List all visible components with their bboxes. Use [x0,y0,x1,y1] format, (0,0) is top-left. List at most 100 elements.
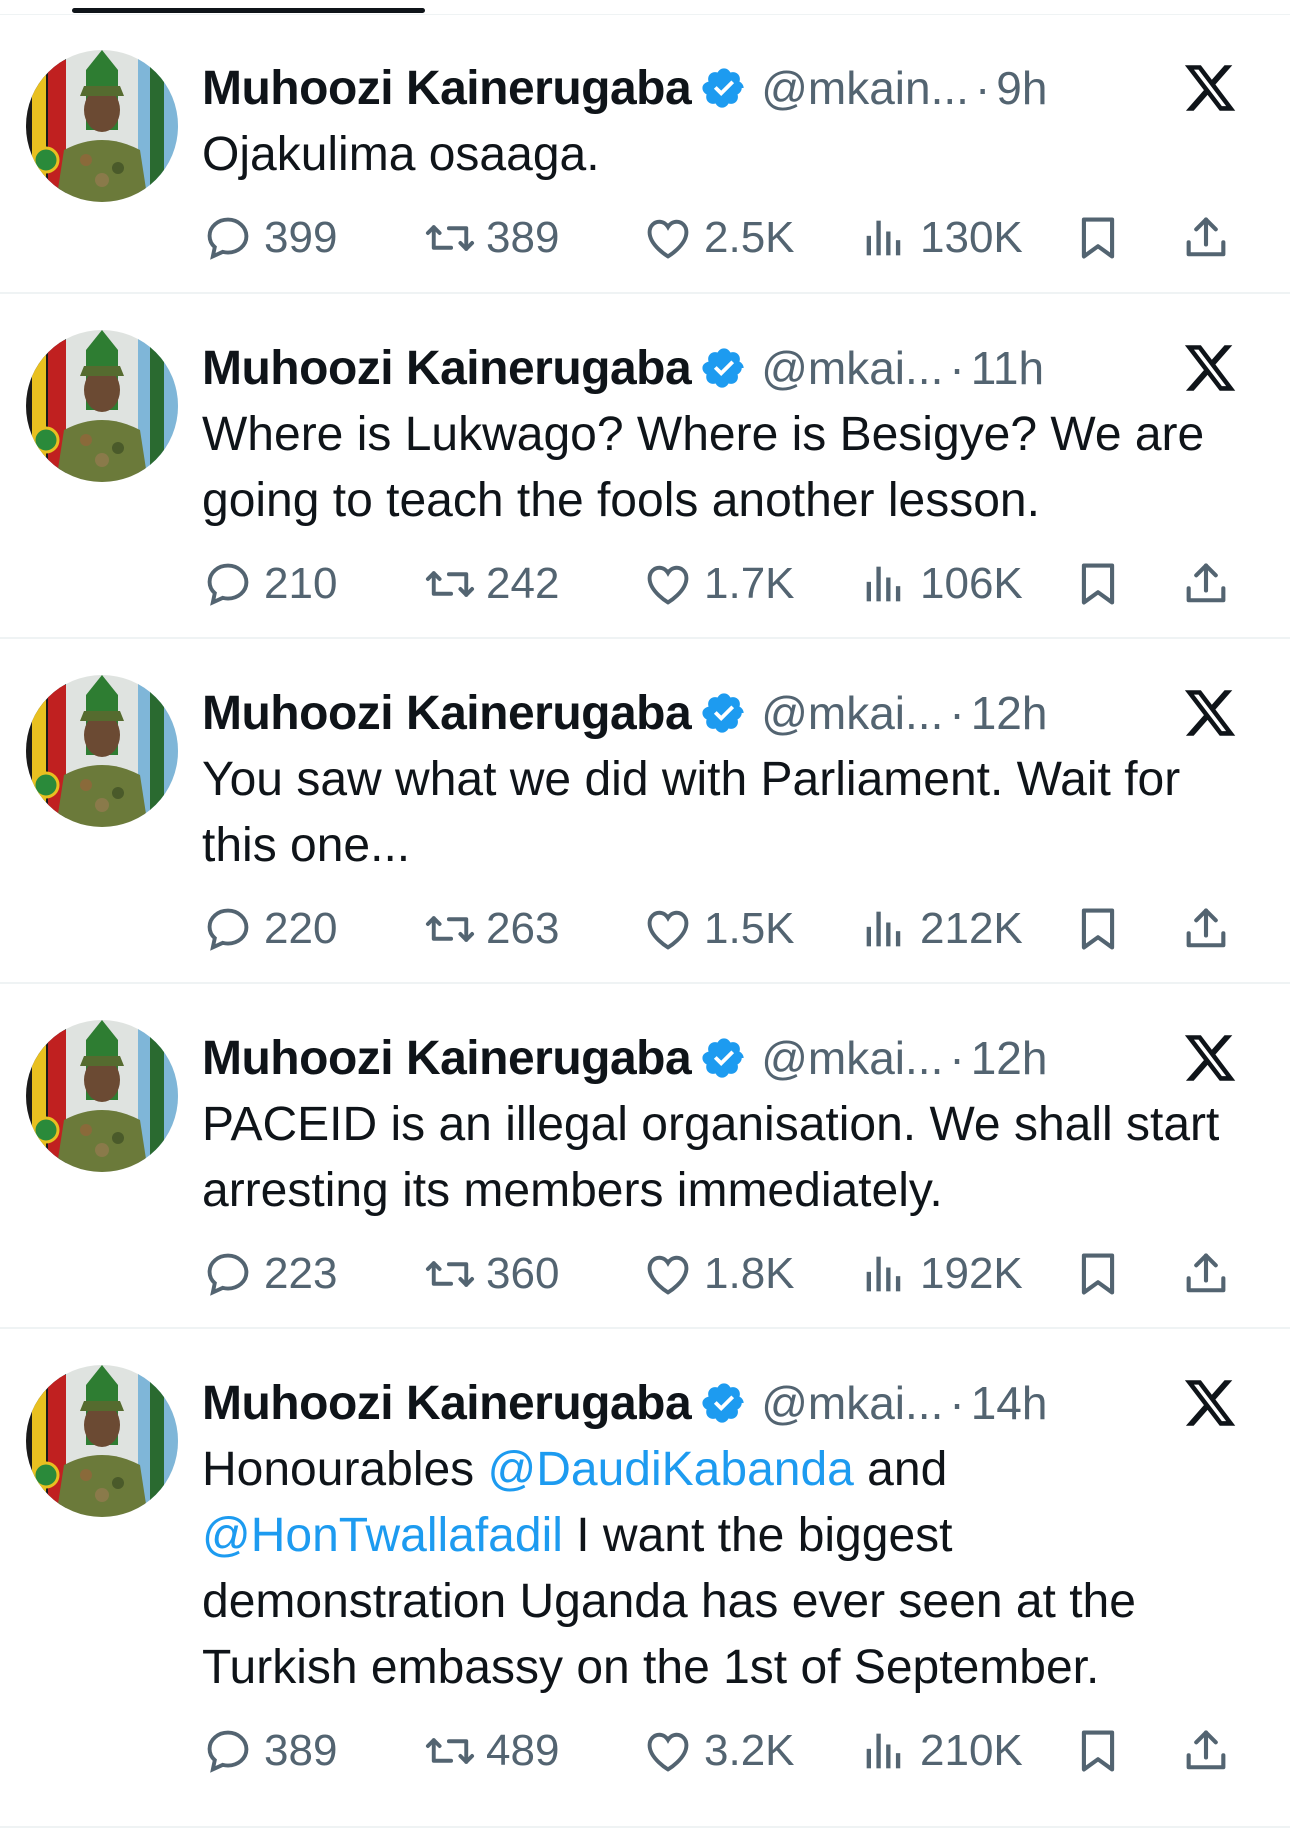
author-name[interactable]: Muhoozi Kainerugaba [202,341,692,396]
tweet-text-segment: Where is Lukwago? Where is Besigye? We a… [202,408,1205,527]
tweet[interactable]: Muhoozi Kainerugaba @mkain... · 9h Ojakulima… [0,14,1290,294]
views-button[interactable]: 210K [858,1725,1023,1777]
share-icon[interactable] [1180,1725,1232,1777]
like-button[interactable]: 1.7K [642,558,795,610]
reply-icon [202,212,264,264]
views-count: 106K [920,559,1023,608]
like-icon [642,558,704,610]
tweet-text-segment: PACEID is an illegal organisation. We sh… [202,1098,1220,1217]
mention-link[interactable]: @DaudiKabanda [488,1443,854,1496]
like-button[interactable]: 2.5K [642,212,795,264]
author-handle[interactable]: @mkai... [761,1376,943,1430]
tweet-actions: 389 489 3.2K 210K [202,1721,1262,1781]
tweet-actions: 210 242 1.7K 106K [202,554,1262,614]
timestamp[interactable]: 14h [971,1376,1048,1430]
avatar[interactable] [26,1365,178,1517]
share-icon[interactable] [1180,558,1232,610]
like-button[interactable]: 1.8K [642,1248,795,1300]
views-icon [858,903,920,955]
avatar[interactable] [26,675,178,827]
views-button[interactable]: 106K [858,558,1023,610]
avatar[interactable] [26,1020,178,1172]
timestamp[interactable]: 11h [971,341,1044,395]
bookmark-icon[interactable] [1072,903,1124,955]
x-logo-icon [1182,340,1238,394]
mention-link[interactable]: @HonTwallafadil [202,1509,563,1562]
author-handle[interactable]: @mkai... [761,686,943,740]
author-handle[interactable]: @mkai... [761,341,943,395]
timestamp[interactable]: 9h [996,61,1047,115]
x-logo-icon [1182,60,1238,114]
verified-badge-icon[interactable] [701,690,747,736]
like-icon [642,1725,704,1777]
share-icon[interactable] [1180,1248,1232,1300]
timestamp[interactable]: 12h [971,686,1048,740]
bookmark-icon[interactable] [1072,212,1124,264]
verified-badge-icon[interactable] [701,1035,747,1081]
author-name[interactable]: Muhoozi Kainerugaba [202,1031,692,1086]
tweet-header: Muhoozi Kainerugaba @mkain... · 9h [202,54,1047,122]
verified-badge-icon[interactable] [701,65,747,111]
likes-count: 1.5K [704,904,795,953]
share-icon[interactable] [1180,212,1232,264]
like-button[interactable]: 1.5K [642,903,795,955]
reply-button[interactable]: 220 [202,903,337,955]
bookmark-icon[interactable] [1072,1248,1124,1300]
likes-count: 1.7K [704,559,795,608]
tweet-text-segment: and [853,1443,948,1496]
author-name[interactable]: Muhoozi Kainerugaba [202,686,692,741]
likes-count: 1.8K [704,1249,795,1298]
replies-count: 399 [264,213,338,262]
like-button[interactable]: 3.2K [642,1725,795,1777]
reply-button[interactable]: 223 [202,1248,337,1300]
repost-icon [424,1248,486,1300]
x-logo-icon [1182,1030,1238,1084]
reply-button[interactable]: 210 [202,558,337,610]
likes-count: 2.5K [704,213,795,262]
tweet-text-segment: You saw what we did with Parliament. Wai… [202,753,1181,872]
repost-icon [424,212,486,264]
reply-button[interactable]: 399 [202,212,337,264]
repost-button[interactable]: 263 [424,903,559,955]
avatar[interactable] [26,330,178,482]
tweet[interactable]: Muhoozi Kainerugaba @mkai... · 11h Where is … [0,294,1290,639]
views-icon [858,1248,920,1300]
views-button[interactable]: 212K [858,903,1023,955]
verified-badge-icon[interactable] [701,345,747,391]
author-name[interactable]: Muhoozi Kainerugaba [202,61,692,116]
repost-button[interactable]: 489 [424,1725,559,1777]
replies-count: 389 [264,1726,338,1775]
tweet[interactable]: Muhoozi Kainerugaba @mkai... · 12h You saw w… [0,639,1290,984]
tweet-text: Where is Lukwago? Where is Besigye? We a… [202,402,1262,534]
separator-dot: · [949,1377,965,1429]
repost-icon [424,903,486,955]
x-logo-icon [1182,1375,1238,1429]
separator-dot: · [974,62,991,114]
timestamp[interactable]: 12h [971,1031,1048,1085]
views-icon [858,558,920,610]
views-button[interactable]: 192K [858,1248,1023,1300]
tweet-actions: 223 360 1.8K 192K [202,1244,1262,1304]
bookmark-icon[interactable] [1072,1725,1124,1777]
tweet[interactable]: Muhoozi Kainerugaba @mkai... · 14h Honourabl… [0,1329,1290,1828]
verified-badge-icon[interactable] [701,1380,747,1426]
author-name[interactable]: Muhoozi Kainerugaba [202,1376,692,1431]
tab-bar [0,0,1290,15]
repost-button[interactable]: 389 [424,212,559,264]
separator-dot: · [949,687,965,739]
repost-button[interactable]: 242 [424,558,559,610]
share-icon[interactable] [1180,903,1232,955]
avatar[interactable] [26,50,178,202]
author-handle[interactable]: @mkain... [761,61,969,115]
author-handle[interactable]: @mkai... [761,1031,943,1085]
bookmark-icon[interactable] [1072,558,1124,610]
tweet[interactable]: Muhoozi Kainerugaba @mkai... · 12h PACEID is… [0,984,1290,1329]
views-button[interactable]: 130K [858,212,1023,264]
tweet-header: Muhoozi Kainerugaba @mkai... · 12h [202,679,1047,747]
separator-dot: · [949,1032,965,1084]
tweet-header: Muhoozi Kainerugaba @mkai... · 11h [202,334,1044,402]
views-count: 130K [920,213,1023,262]
repost-button[interactable]: 360 [424,1248,559,1300]
reply-icon [202,1248,264,1300]
reply-button[interactable]: 389 [202,1725,337,1777]
